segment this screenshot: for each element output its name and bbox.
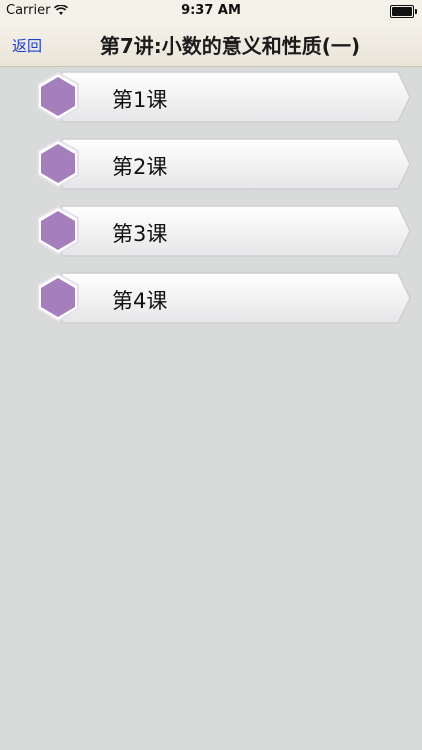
- back-button[interactable]: 返回: [12, 35, 42, 56]
- lesson-item-3[interactable]: 第3课: [32, 204, 412, 258]
- lesson-item-4[interactable]: 第4课: [32, 271, 412, 325]
- lesson-card-shape: [37, 71, 411, 123]
- page-title: 第7讲:小数的意义和性质(一): [99, 34, 361, 58]
- lesson-label: 第2课: [112, 155, 168, 179]
- lesson-item-2[interactable]: 第2课: [32, 137, 412, 191]
- lesson-label: 第1课: [112, 88, 168, 112]
- status-bar: Carrier 9:37 AM: [0, 0, 422, 22]
- lesson-card-shape: [37, 205, 411, 257]
- lesson-item-1[interactable]: 第1课: [32, 70, 412, 124]
- lesson-label: 第3课: [112, 222, 168, 246]
- lesson-card-shape: [37, 138, 411, 190]
- navigation-bar: 返回 第7讲:小数的意义和性质(一): [0, 22, 422, 67]
- battery-icon: [390, 5, 417, 18]
- lesson-label: 第4课: [112, 289, 168, 313]
- battery-level: [392, 7, 412, 16]
- lesson-card-shape: [37, 272, 411, 324]
- status-time: 9:37 AM: [181, 3, 241, 18]
